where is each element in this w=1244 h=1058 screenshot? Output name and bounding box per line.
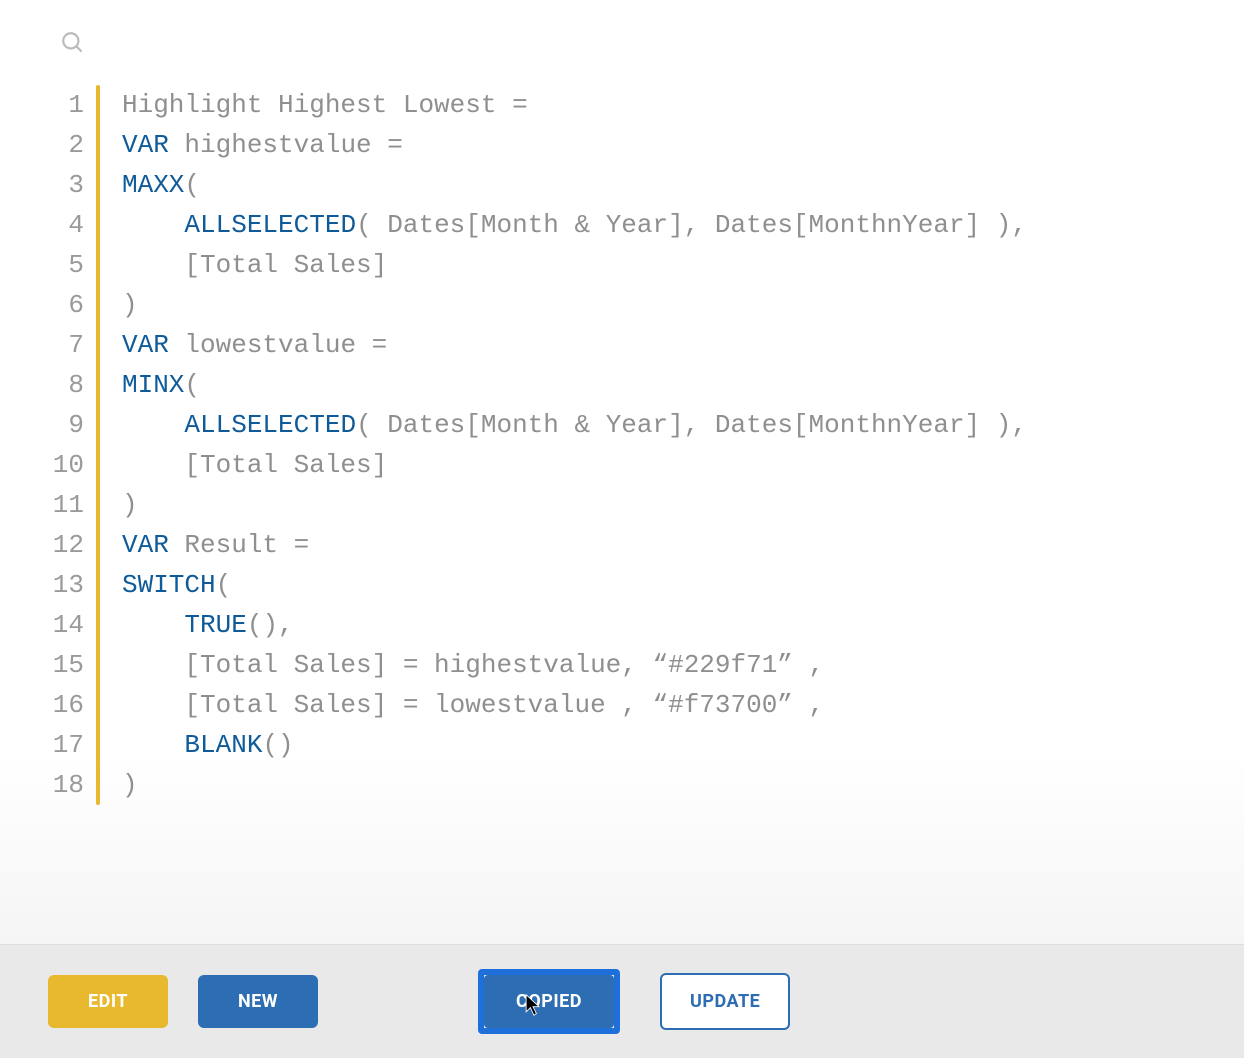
- code-token: [122, 210, 184, 240]
- line-number: 7: [50, 325, 84, 365]
- copied-button-highlight: COPIED: [478, 969, 620, 1034]
- line-number: 18: [50, 765, 84, 805]
- line-number: 9: [50, 405, 84, 445]
- code-line[interactable]: [Total Sales] = highestvalue, “#229f71” …: [122, 645, 1027, 685]
- line-number: 5: [50, 245, 84, 285]
- code-container: 123456789101112131415161718 Highlight Hi…: [50, 85, 1214, 805]
- code-token: (: [184, 370, 200, 400]
- code-line[interactable]: ALLSELECTED( Dates[Month & Year], Dates[…: [122, 405, 1027, 445]
- new-button[interactable]: NEW: [198, 975, 318, 1028]
- code-token: VAR: [122, 330, 169, 360]
- code-token: ( Dates[Month & Year], Dates[MonthnYear]…: [356, 210, 1027, 240]
- line-number: 8: [50, 365, 84, 405]
- code-token: (: [184, 170, 200, 200]
- code-token: Result =: [169, 530, 309, 560]
- code-line[interactable]: [Total Sales] = lowestvalue , “#f73700” …: [122, 685, 1027, 725]
- code-body[interactable]: Highlight Highest Lowest = VAR highestval…: [100, 85, 1027, 805]
- code-token: MINX: [122, 370, 184, 400]
- code-line[interactable]: TRUE(),: [122, 605, 1027, 645]
- code-token: lowestvalue =: [169, 330, 387, 360]
- line-number: 1: [50, 85, 84, 125]
- code-token: (): [262, 730, 293, 760]
- code-line[interactable]: ): [122, 485, 1027, 525]
- bottom-toolbar: EDIT NEW COPIED UPDATE: [0, 944, 1244, 1058]
- line-number: 11: [50, 485, 84, 525]
- update-button[interactable]: UPDATE: [660, 973, 790, 1030]
- code-token: [122, 410, 184, 440]
- line-number: 13: [50, 565, 84, 605]
- line-number: 3: [50, 165, 84, 205]
- code-line[interactable]: VAR lowestvalue =: [122, 325, 1027, 365]
- code-line[interactable]: ): [122, 285, 1027, 325]
- code-token: SWITCH: [122, 570, 216, 600]
- line-number: 2: [50, 125, 84, 165]
- code-token: VAR: [122, 530, 169, 560]
- code-token: [Total Sales] = highestvalue, “#229f71” …: [122, 650, 824, 680]
- code-token: [122, 730, 184, 760]
- code-line[interactable]: MINX(: [122, 365, 1027, 405]
- code-line[interactable]: VAR Result =: [122, 525, 1027, 565]
- code-token: [Total Sales]: [122, 250, 387, 280]
- line-number: 15: [50, 645, 84, 685]
- code-line[interactable]: SWITCH(: [122, 565, 1027, 605]
- line-number: 6: [50, 285, 84, 325]
- edit-button[interactable]: EDIT: [48, 975, 168, 1028]
- line-number: 10: [50, 445, 84, 485]
- code-token: TRUE: [184, 610, 246, 640]
- code-token: ): [122, 770, 138, 800]
- code-token: VAR: [122, 130, 169, 160]
- code-line[interactable]: VAR highestvalue =: [122, 125, 1027, 165]
- line-number: 4: [50, 205, 84, 245]
- code-token: BLANK: [184, 730, 262, 760]
- code-token: (: [216, 570, 232, 600]
- code-line[interactable]: ): [122, 765, 1027, 805]
- code-token: ALLSELECTED: [184, 410, 356, 440]
- code-token: [122, 610, 184, 640]
- code-line[interactable]: [Total Sales]: [122, 445, 1027, 485]
- line-number-gutter: 123456789101112131415161718: [50, 85, 96, 805]
- code-line[interactable]: MAXX(: [122, 165, 1027, 205]
- code-line[interactable]: BLANK(): [122, 725, 1027, 765]
- code-line[interactable]: ALLSELECTED( Dates[Month & Year], Dates[…: [122, 205, 1027, 245]
- code-token: Highlight Highest Lowest =: [122, 90, 528, 120]
- code-token: ): [122, 290, 138, 320]
- line-number: 12: [50, 525, 84, 565]
- code-line[interactable]: [Total Sales]: [122, 245, 1027, 285]
- editor-pane: 123456789101112131415161718 Highlight Hi…: [0, 0, 1244, 944]
- code-token: [Total Sales] = lowestvalue , “#f73700” …: [122, 690, 824, 720]
- code-token: (),: [247, 610, 294, 640]
- line-number: 17: [50, 725, 84, 765]
- copied-button[interactable]: COPIED: [484, 975, 614, 1028]
- code-token: ALLSELECTED: [184, 210, 356, 240]
- code-line[interactable]: Highlight Highest Lowest =: [122, 85, 1027, 125]
- search-icon[interactable]: [60, 30, 86, 56]
- search-row: [50, 20, 1214, 85]
- code-token: ( Dates[Month & Year], Dates[MonthnYear]…: [356, 410, 1027, 440]
- code-token: ): [122, 490, 138, 520]
- code-token: MAXX: [122, 170, 184, 200]
- code-token: highestvalue =: [169, 130, 403, 160]
- line-number: 14: [50, 605, 84, 645]
- code-token: [Total Sales]: [122, 450, 387, 480]
- line-number: 16: [50, 685, 84, 725]
- copied-button-label: COPIED: [516, 991, 582, 1012]
